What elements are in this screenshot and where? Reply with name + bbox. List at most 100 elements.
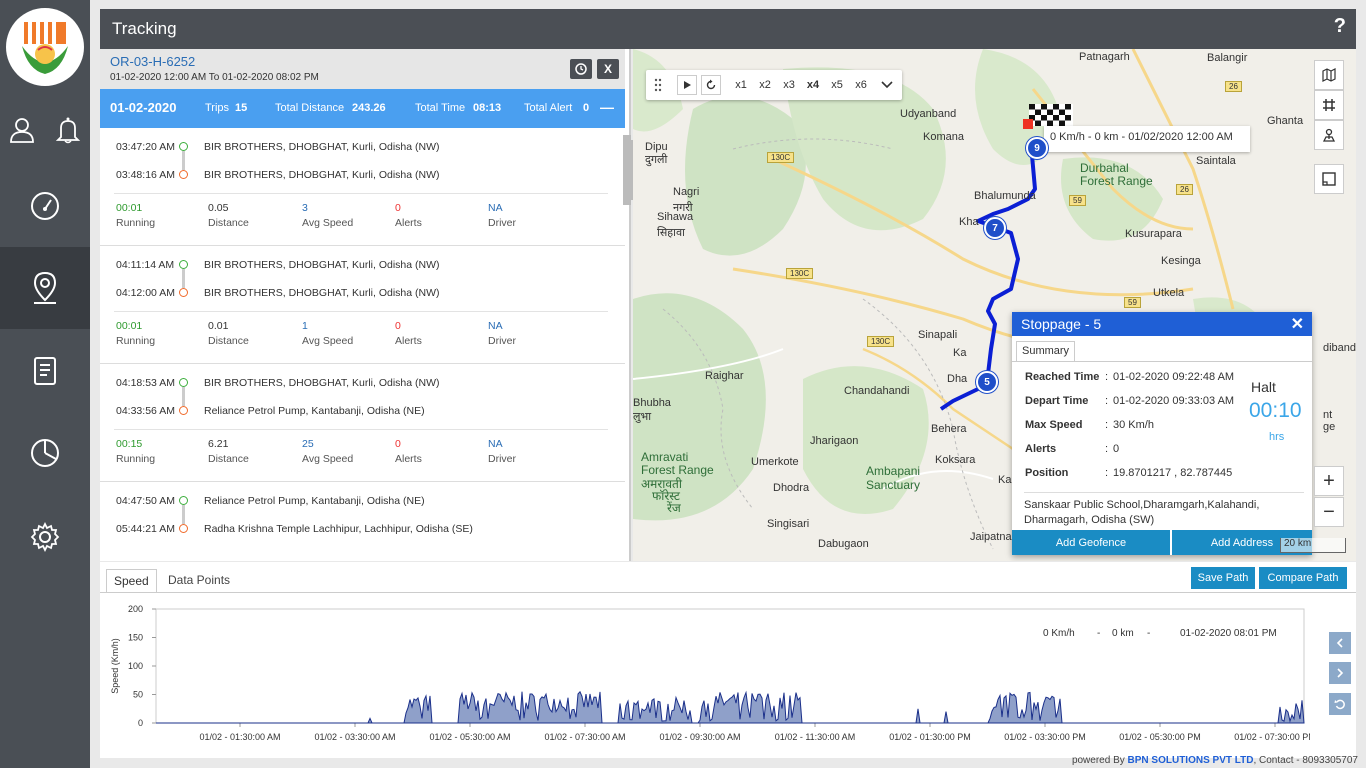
road-shield: 130C (767, 152, 795, 163)
bell-icon[interactable] (54, 116, 82, 147)
trip-alerts-value: 0 (395, 320, 401, 332)
playback-speed-x5[interactable]: x5 (828, 75, 846, 95)
playback-speed-x6[interactable]: x6 (852, 75, 870, 95)
playback-speed-x4[interactable]: x4 (804, 75, 822, 95)
trip-alerts-value: 0 (395, 438, 401, 450)
stoppage-row-value: 19.8701217 , 82.787445 (1113, 467, 1233, 479)
route-marker[interactable]: 9 (1026, 137, 1048, 159)
app-logo[interactable] (6, 8, 84, 86)
trip-distance-value: 0.05 (208, 202, 229, 214)
speed-chart: 0 50 100 150 200 Speed (Km/h) 01/02 - 01:30:00… (110, 604, 1310, 742)
trip-item[interactable]: 04:47:50 AM Reliance Petrol Pump, Kantaba… (100, 482, 625, 561)
trip-avg-speed-value: 1 (302, 320, 308, 332)
trip-end-address: BIR BROTHERS, DHOBGHAT, Kurli, Odisha (N… (204, 169, 440, 181)
trip-connector (182, 269, 185, 288)
grid-button[interactable] (1314, 90, 1344, 120)
route-marker[interactable]: 5 (976, 371, 998, 393)
tracking-nav[interactable] (0, 247, 90, 329)
playback-speed-x2[interactable]: x2 (756, 75, 774, 95)
colon-separator: : (1105, 371, 1109, 383)
stoppage-popup: Stoppage - 5 ✕ Summary Reached Time:01-0… (1012, 312, 1312, 555)
stoppage-row-key: Depart Time (1025, 395, 1089, 407)
time-label: Total Time (415, 102, 466, 114)
compare-path-button[interactable]: Compare Path (1259, 567, 1347, 589)
stoppage-row-key: Position (1025, 467, 1069, 479)
close-panel-button[interactable]: X (597, 59, 619, 79)
stoppage-row-value: 30 Km/h (1113, 419, 1154, 431)
trips-label: Trips (205, 102, 230, 114)
add-geofence-button[interactable]: Add Geofence (1012, 530, 1170, 555)
footer-brand[interactable]: BPN SOLUTIONS PVT LTD (1128, 755, 1254, 766)
stoppage-row-key: Max Speed (1025, 419, 1083, 431)
landmark-icon (1322, 128, 1336, 142)
route-marker[interactable]: 7 (984, 217, 1006, 239)
trip-driver-label: Driver (488, 335, 516, 347)
tab-summary[interactable]: Summary (1016, 341, 1076, 361)
history-button[interactable] (570, 59, 592, 79)
map-place-label: Raighar (705, 370, 744, 382)
map-place-label: Bhubha (633, 397, 671, 409)
chart-reset-button[interactable] (1329, 693, 1351, 715)
trip-distance-value: 0.01 (208, 320, 229, 332)
map-layers-button[interactable] (1314, 60, 1344, 90)
trip-driver-value: NA (488, 202, 503, 214)
end-dot-icon (179, 406, 188, 415)
position-tooltip: 0 Km/h - 0 km - 01/02/2020 12:00 AM (1044, 126, 1250, 152)
close-icon[interactable]: ✕ (1291, 314, 1304, 334)
collapse-day-button[interactable]: — (600, 99, 614, 115)
vehicle-number[interactable]: OR-03-H-6252 (110, 54, 195, 69)
analytics-nav[interactable] (0, 412, 90, 494)
chevron-right-icon (1337, 668, 1344, 678)
trip-running-value: 00:01 (116, 202, 143, 214)
trip-connector (182, 387, 185, 406)
trip-item[interactable]: 04:18:53 AM BIR BROTHERS, DHOBGHAT, Kurli… (100, 364, 625, 482)
trip-driver-label: Driver (488, 453, 516, 465)
save-path-button[interactable]: Save Path (1191, 567, 1255, 589)
trip-running-label: Running (116, 453, 156, 465)
map-place-label: Ka (998, 474, 1012, 486)
chart-prev-button[interactable] (1329, 632, 1351, 654)
fullscreen-button[interactable] (1314, 164, 1344, 194)
poi-button[interactable] (1314, 120, 1344, 150)
dashboard-nav[interactable] (0, 165, 90, 247)
settings-nav[interactable] (0, 496, 90, 578)
playback-toolbar: x1 x2 x3 x4 x5 x6 (646, 70, 902, 100)
scrollbar[interactable] (623, 135, 631, 205)
user-icon[interactable] (8, 116, 36, 147)
map-place-label: Sinapali (918, 329, 958, 341)
gear-icon (30, 521, 60, 553)
help-icon[interactable]: ? (1334, 15, 1346, 38)
map-view[interactable]: Patnagarh Balangir Udyanband Komana Ghanta Sa… (633, 49, 1356, 561)
tab-speed[interactable]: Speed (106, 569, 157, 592)
chart-next-button[interactable] (1329, 662, 1351, 684)
chevron-down-icon[interactable] (879, 75, 895, 95)
zoom-in-button[interactable]: + (1314, 466, 1344, 496)
map-place-label: Sanctuary (866, 478, 921, 492)
trip-end-address: Reliance Petrol Pump, Kantabanji, Odisha… (204, 405, 425, 417)
trip-start-time: 04:11:14 AM (116, 259, 175, 271)
trip-item[interactable]: 04:11:14 AM BIR BROTHERS, DHOBGHAT, Kurli… (100, 246, 625, 364)
trip-distance-label: Distance (208, 217, 249, 229)
day-summary-bar[interactable]: 01-02-2020 Trips 15 Total Distance 243.2… (100, 89, 625, 128)
y-tick-label: 200 (128, 604, 143, 614)
page-header: Tracking ? (100, 9, 1356, 49)
play-button[interactable] (677, 75, 697, 95)
zoom-out-button[interactable]: − (1314, 497, 1344, 527)
map-place-label: Amravati (641, 450, 689, 464)
map-pin-icon (33, 271, 57, 304)
reports-nav[interactable] (0, 330, 90, 412)
trip-end-address: Radha Krishna Temple Lachhipur, Lachhipu… (204, 523, 473, 535)
playback-speed-x1[interactable]: x1 (732, 75, 750, 95)
reset-button[interactable] (701, 75, 721, 95)
footer-prefix: powered By (1071, 755, 1125, 766)
drag-handle-icon[interactable] (652, 75, 664, 95)
map-place-label: Kesinga (1161, 255, 1201, 267)
playback-speed-x3[interactable]: x3 (780, 75, 798, 95)
stoppage-row-value: 01-02-2020 09:33:03 AM (1113, 395, 1235, 407)
readout-sep: - (1147, 628, 1150, 639)
trip-alerts-label: Alerts (395, 217, 422, 229)
trip-item[interactable]: 03:47:20 AM BIR BROTHERS, DHOBGHAT, Kurli… (100, 128, 625, 246)
tab-data-points[interactable]: Data Points (168, 573, 230, 587)
trip-connector (182, 151, 185, 170)
end-dot-icon (179, 524, 188, 533)
